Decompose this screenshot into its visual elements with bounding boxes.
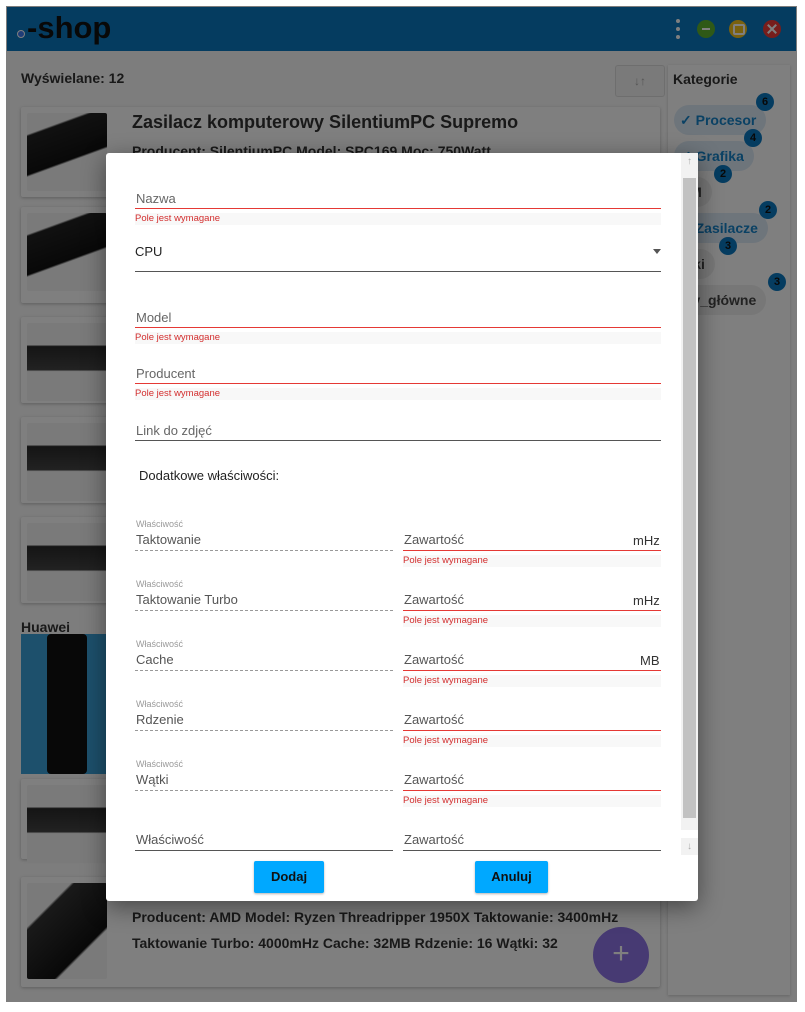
image-link-field[interactable]: Link do zdjęć <box>135 423 661 443</box>
property-name[interactable]: Rdzenie <box>136 712 184 727</box>
add-product-dialog: Nazwa Pole jest wymagane CPU Model Pole … <box>106 153 698 901</box>
property-value-error: Pole jest wymagane <box>403 615 661 627</box>
model-label: Model <box>136 310 172 325</box>
model-field[interactable]: Model Pole jest wymagane <box>135 310 661 346</box>
new-property-input[interactable]: Właściwość <box>136 832 204 847</box>
property-caption: Właściwość <box>136 759 184 769</box>
property-value-error: Pole jest wymagane <box>403 735 661 747</box>
property-caption: Właściwość <box>136 699 184 709</box>
dialog-scrollbar[interactable] <box>681 170 698 830</box>
property-name[interactable]: Taktowanie Turbo <box>136 592 238 607</box>
property-name[interactable]: Wątki <box>136 772 169 787</box>
dropdown-caret-icon[interactable] <box>653 249 661 254</box>
property-caption: Właściwość <box>136 579 184 589</box>
property-value-label[interactable]: Zawartość <box>404 772 464 787</box>
scrollbar-thumb[interactable] <box>683 178 696 818</box>
property-unit: mHz <box>633 593 660 608</box>
property-unit: MB <box>640 653 660 668</box>
name-field[interactable]: Nazwa Pole jest wymagane <box>135 191 661 227</box>
property-unit: mHz <box>633 533 660 548</box>
model-error: Pole jest wymagane <box>135 332 661 344</box>
name-label: Nazwa <box>136 191 176 206</box>
property-value-label[interactable]: Zawartość <box>404 712 464 727</box>
scroll-down-icon[interactable]: ↓ <box>681 838 698 855</box>
producer-label: Producent <box>136 366 196 381</box>
property-value-error: Pole jest wymagane <box>403 795 661 807</box>
add-button[interactable]: Dodaj <box>254 861 324 893</box>
property-value-label[interactable]: Zawartość <box>404 652 464 667</box>
category-select-value[interactable]: CPU <box>135 244 162 259</box>
image-link-label: Link do zdjęć <box>136 423 212 438</box>
property-value-error: Pole jest wymagane <box>403 555 661 567</box>
property-caption: Właściwość <box>136 639 184 649</box>
property-value-error: Pole jest wymagane <box>403 675 661 687</box>
property-name[interactable]: Taktowanie <box>136 532 201 547</box>
property-caption: Właściwość <box>136 519 184 529</box>
property-value-label[interactable]: Zawartość <box>404 592 464 607</box>
property-value-label[interactable]: Zawartość <box>404 532 464 547</box>
name-error: Pole jest wymagane <box>135 213 661 225</box>
new-value-input[interactable]: Zawartość <box>404 832 464 847</box>
extra-properties-heading: Dodatkowe właściwości: <box>139 468 280 483</box>
producer-field[interactable]: Producent Pole jest wymagane <box>135 366 661 402</box>
scroll-up-icon[interactable]: ↑ <box>681 153 698 170</box>
cancel-button[interactable]: Anuluj <box>475 861 548 893</box>
category-select[interactable] <box>135 271 661 272</box>
producer-error: Pole jest wymagane <box>135 388 661 400</box>
property-name[interactable]: Cache <box>136 652 174 667</box>
